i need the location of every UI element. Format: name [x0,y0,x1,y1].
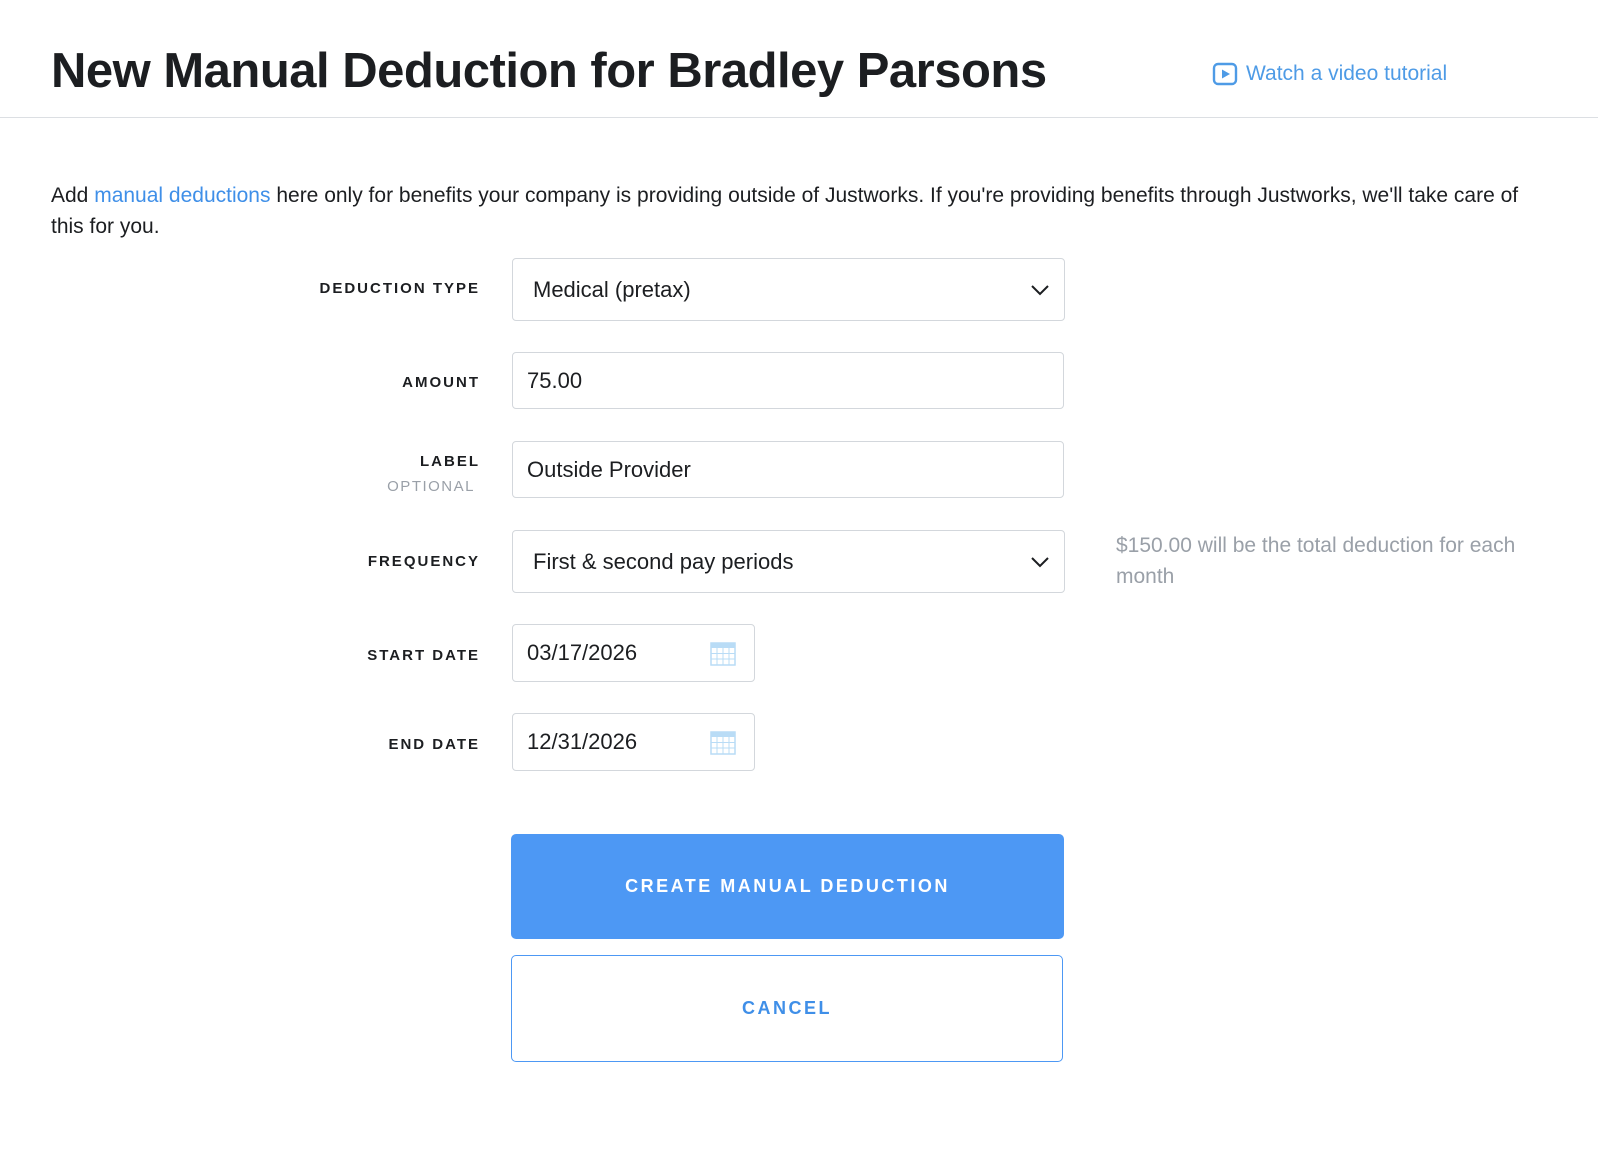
page-title: New Manual Deduction for Bradley Parsons [51,44,1047,98]
play-video-icon [1212,62,1238,86]
frequency-value: First & second pay periods [533,548,794,574]
chevron-down-icon [1031,284,1049,295]
amount-label: AMOUNT [402,374,480,391]
start-date-label: START DATE [367,647,480,664]
deduction-type-value: Medical (pretax) [533,276,691,302]
frequency-select[interactable]: First & second pay periods [512,530,1065,593]
page-header: New Manual Deduction for Bradley Parsons… [0,0,1598,118]
calendar-icon[interactable] [710,640,736,666]
cancel-button[interactable]: CANCEL [511,955,1063,1062]
start-date-input[interactable]: 03/17/2026 [512,624,755,682]
frequency-hint: $150.00 will be the total deduction for … [1116,534,1516,588]
start-date-value: 03/17/2026 [527,640,638,665]
end-date-label: END DATE [388,736,480,753]
calendar-icon[interactable] [710,729,736,755]
intro-prefix: Add [51,184,95,207]
label-value: Outside Provider [527,456,691,482]
deduction-type-label: DEDUCTION TYPE [319,280,480,297]
intro-suffix: here only for benefits your company is p… [51,184,1519,238]
create-manual-deduction-button[interactable]: CREATE MANUAL DEDUCTION [511,834,1064,939]
optional-sublabel: OPTIONAL [387,478,475,495]
end-date-input[interactable]: 12/31/2026 [512,713,755,771]
deduction-type-select[interactable]: Medical (pretax) [512,258,1065,321]
video-tutorial-link[interactable]: Watch a video tutorial [1212,62,1447,86]
amount-value: 75.00 [527,367,583,393]
label-field-label: LABEL [420,453,480,470]
label-input[interactable]: Outside Provider [512,441,1064,498]
video-tutorial-label: Watch a video tutorial [1246,62,1448,85]
intro-text: Add manual deductions here only for bene… [51,180,1531,242]
end-date-value: 12/31/2026 [527,729,638,754]
frequency-label: FREQUENCY [367,553,480,570]
manual-deductions-link[interactable]: manual deductions [94,184,270,207]
amount-input[interactable]: 75.00 [512,352,1064,409]
chevron-down-icon [1031,556,1049,567]
